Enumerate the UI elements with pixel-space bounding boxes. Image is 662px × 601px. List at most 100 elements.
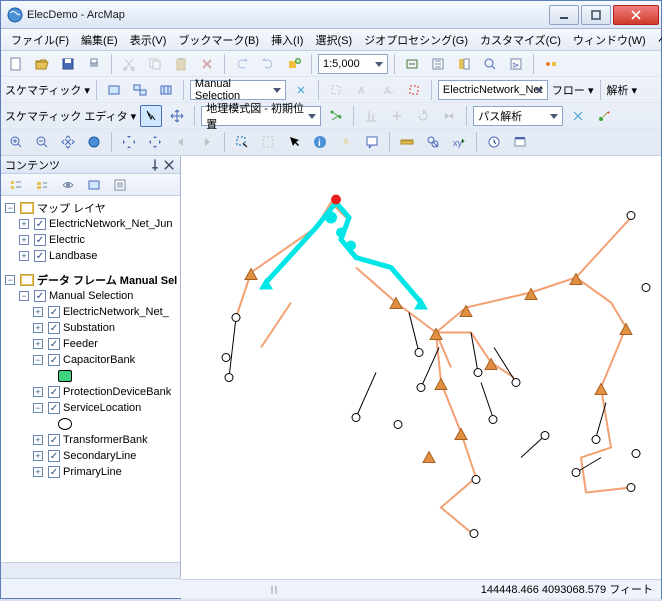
delete-button[interactable] <box>196 53 218 75</box>
tree-layer[interactable]: +Electric <box>3 232 178 248</box>
analysis-menu[interactable]: 解析 ▾ <box>607 82 638 98</box>
find-xy-button[interactable]: xy <box>448 131 470 153</box>
python-button[interactable]: ⋗ <box>505 53 527 75</box>
toc-button[interactable] <box>427 53 449 75</box>
menu-help[interactable]: ヘルプ(H) <box>652 30 662 50</box>
expand-icon[interactable]: − <box>33 355 43 365</box>
expand-icon[interactable]: − <box>33 403 43 413</box>
minimize-button[interactable] <box>549 5 579 25</box>
tree-layer[interactable]: +SecondaryLine <box>3 448 178 464</box>
pin-icon[interactable] <box>148 158 162 172</box>
menu-insert[interactable]: 挿入(I) <box>265 30 309 50</box>
pan-button[interactable] <box>57 131 79 153</box>
checkbox[interactable] <box>48 306 60 318</box>
schematic-gen-button[interactable] <box>290 79 312 101</box>
add-data-button[interactable] <box>283 53 305 75</box>
tree-layer-group[interactable]: −Manual Selection <box>3 288 178 304</box>
network-combo[interactable]: ElectricNetwork_Net <box>438 80 548 100</box>
map-canvas[interactable] <box>181 156 661 580</box>
time-slider-button[interactable] <box>483 131 505 153</box>
list-by-selection-button[interactable] <box>83 174 105 196</box>
expand-icon[interactable]: + <box>33 339 43 349</box>
select-features-button[interactable] <box>231 131 253 153</box>
toc-tree[interactable]: − マップ レイヤ +ElectricNetwork_Net_Jun +Elec… <box>1 196 180 562</box>
checkbox[interactable] <box>48 386 60 398</box>
align-button-2[interactable] <box>386 105 408 127</box>
expand-icon[interactable]: + <box>19 251 29 261</box>
checkbox[interactable] <box>48 466 60 478</box>
manual-selection-combo[interactable]: Manual Selection <box>190 80 286 100</box>
checkbox[interactable] <box>48 434 60 446</box>
select-elements-button[interactable] <box>283 131 305 153</box>
list-by-drawing-button[interactable] <box>5 174 27 196</box>
scale-combo[interactable]: 1:5,000 <box>318 54 388 74</box>
copy-button[interactable] <box>144 53 166 75</box>
align-button-1[interactable] <box>360 105 382 127</box>
menu-customize[interactable]: カスタマイズ(C) <box>474 30 567 50</box>
identify-button[interactable]: i <box>309 131 331 153</box>
expand-icon[interactable]: − <box>5 203 15 213</box>
expand-icon[interactable]: + <box>33 323 43 333</box>
new-button[interactable] <box>5 53 27 75</box>
model-builder-button[interactable] <box>540 53 562 75</box>
geoview-combo[interactable]: 地理模式図 - 初期位置 <box>201 106 321 126</box>
edit-diagram-button[interactable] <box>593 105 615 127</box>
expand-icon[interactable]: + <box>33 387 43 397</box>
layout-button[interactable] <box>325 105 347 127</box>
checkbox[interactable] <box>34 218 46 230</box>
tree-node-data-frame-map[interactable]: − マップ レイヤ <box>3 200 178 216</box>
tree-layer[interactable]: +ProtectionDeviceBank <box>3 384 178 400</box>
fixed-zoom-out-button[interactable] <box>144 131 166 153</box>
tree-layer[interactable]: +ElectricNetwork_Net_ <box>3 304 178 320</box>
expand-icon[interactable]: + <box>33 435 43 445</box>
expand-icon[interactable]: + <box>33 307 43 317</box>
schematic-button-2[interactable] <box>129 79 151 101</box>
expand-icon[interactable]: − <box>5 275 15 285</box>
schematic-select-features[interactable] <box>403 79 425 101</box>
close-panel-button[interactable] <box>162 158 176 172</box>
editor-toolbar-button[interactable] <box>401 53 423 75</box>
redo-button[interactable] <box>257 53 279 75</box>
next-extent-button[interactable] <box>196 131 218 153</box>
select-schematic-button[interactable] <box>325 79 347 101</box>
prev-extent-button[interactable] <box>170 131 192 153</box>
zoom-in-button[interactable] <box>5 131 27 153</box>
viewer-button[interactable] <box>509 131 531 153</box>
search-button[interactable] <box>479 53 501 75</box>
expand-icon[interactable]: + <box>33 451 43 461</box>
expand-icon[interactable]: − <box>19 291 29 301</box>
checkbox[interactable] <box>34 250 46 262</box>
menu-select[interactable]: 選択(S) <box>309 30 358 50</box>
flow-menu[interactable]: フロー ▾ <box>552 82 594 98</box>
measure-button[interactable] <box>396 131 418 153</box>
print-button[interactable] <box>83 53 105 75</box>
checkbox[interactable] <box>34 234 46 246</box>
list-by-source-button[interactable] <box>31 174 53 196</box>
menu-view[interactable]: 表示(V) <box>124 30 173 50</box>
menu-geoprocessing[interactable]: ジオプロセシング(G) <box>358 30 474 50</box>
schematic-menu[interactable]: スケマティック ▾ <box>5 82 90 98</box>
undo-button[interactable] <box>231 53 253 75</box>
maximize-button[interactable] <box>581 5 611 25</box>
tree-layer[interactable]: +PrimaryLine <box>3 464 178 480</box>
menu-edit[interactable]: 編集(E) <box>75 30 124 50</box>
zoom-out-button[interactable] <box>31 131 53 153</box>
tree-layer[interactable]: +Feeder <box>3 336 178 352</box>
toc-hscroll[interactable] <box>1 562 180 578</box>
schematic-editor-menu[interactable]: スケマティック エディタ ▾ <box>5 108 136 124</box>
tree-layer[interactable]: +ElectricNetwork_Net_Jun <box>3 216 178 232</box>
open-button[interactable] <box>31 53 53 75</box>
checkbox[interactable] <box>48 354 60 366</box>
catalog-button[interactable] <box>453 53 475 75</box>
pathsolve-combo[interactable]: パス解析 <box>473 106 563 126</box>
save-button[interactable] <box>57 53 79 75</box>
schematic-label-a[interactable]: A <box>351 79 373 101</box>
paste-button[interactable] <box>170 53 192 75</box>
tree-layer[interactable]: +Landbase <box>3 248 178 264</box>
fixed-zoom-in-button[interactable] <box>118 131 140 153</box>
edit-tool-button[interactable] <box>140 105 162 127</box>
close-button[interactable] <box>613 5 659 25</box>
hyperlink-button[interactable] <box>335 131 357 153</box>
checkbox[interactable] <box>48 338 60 350</box>
menu-file[interactable]: ファイル(F) <box>5 30 75 50</box>
